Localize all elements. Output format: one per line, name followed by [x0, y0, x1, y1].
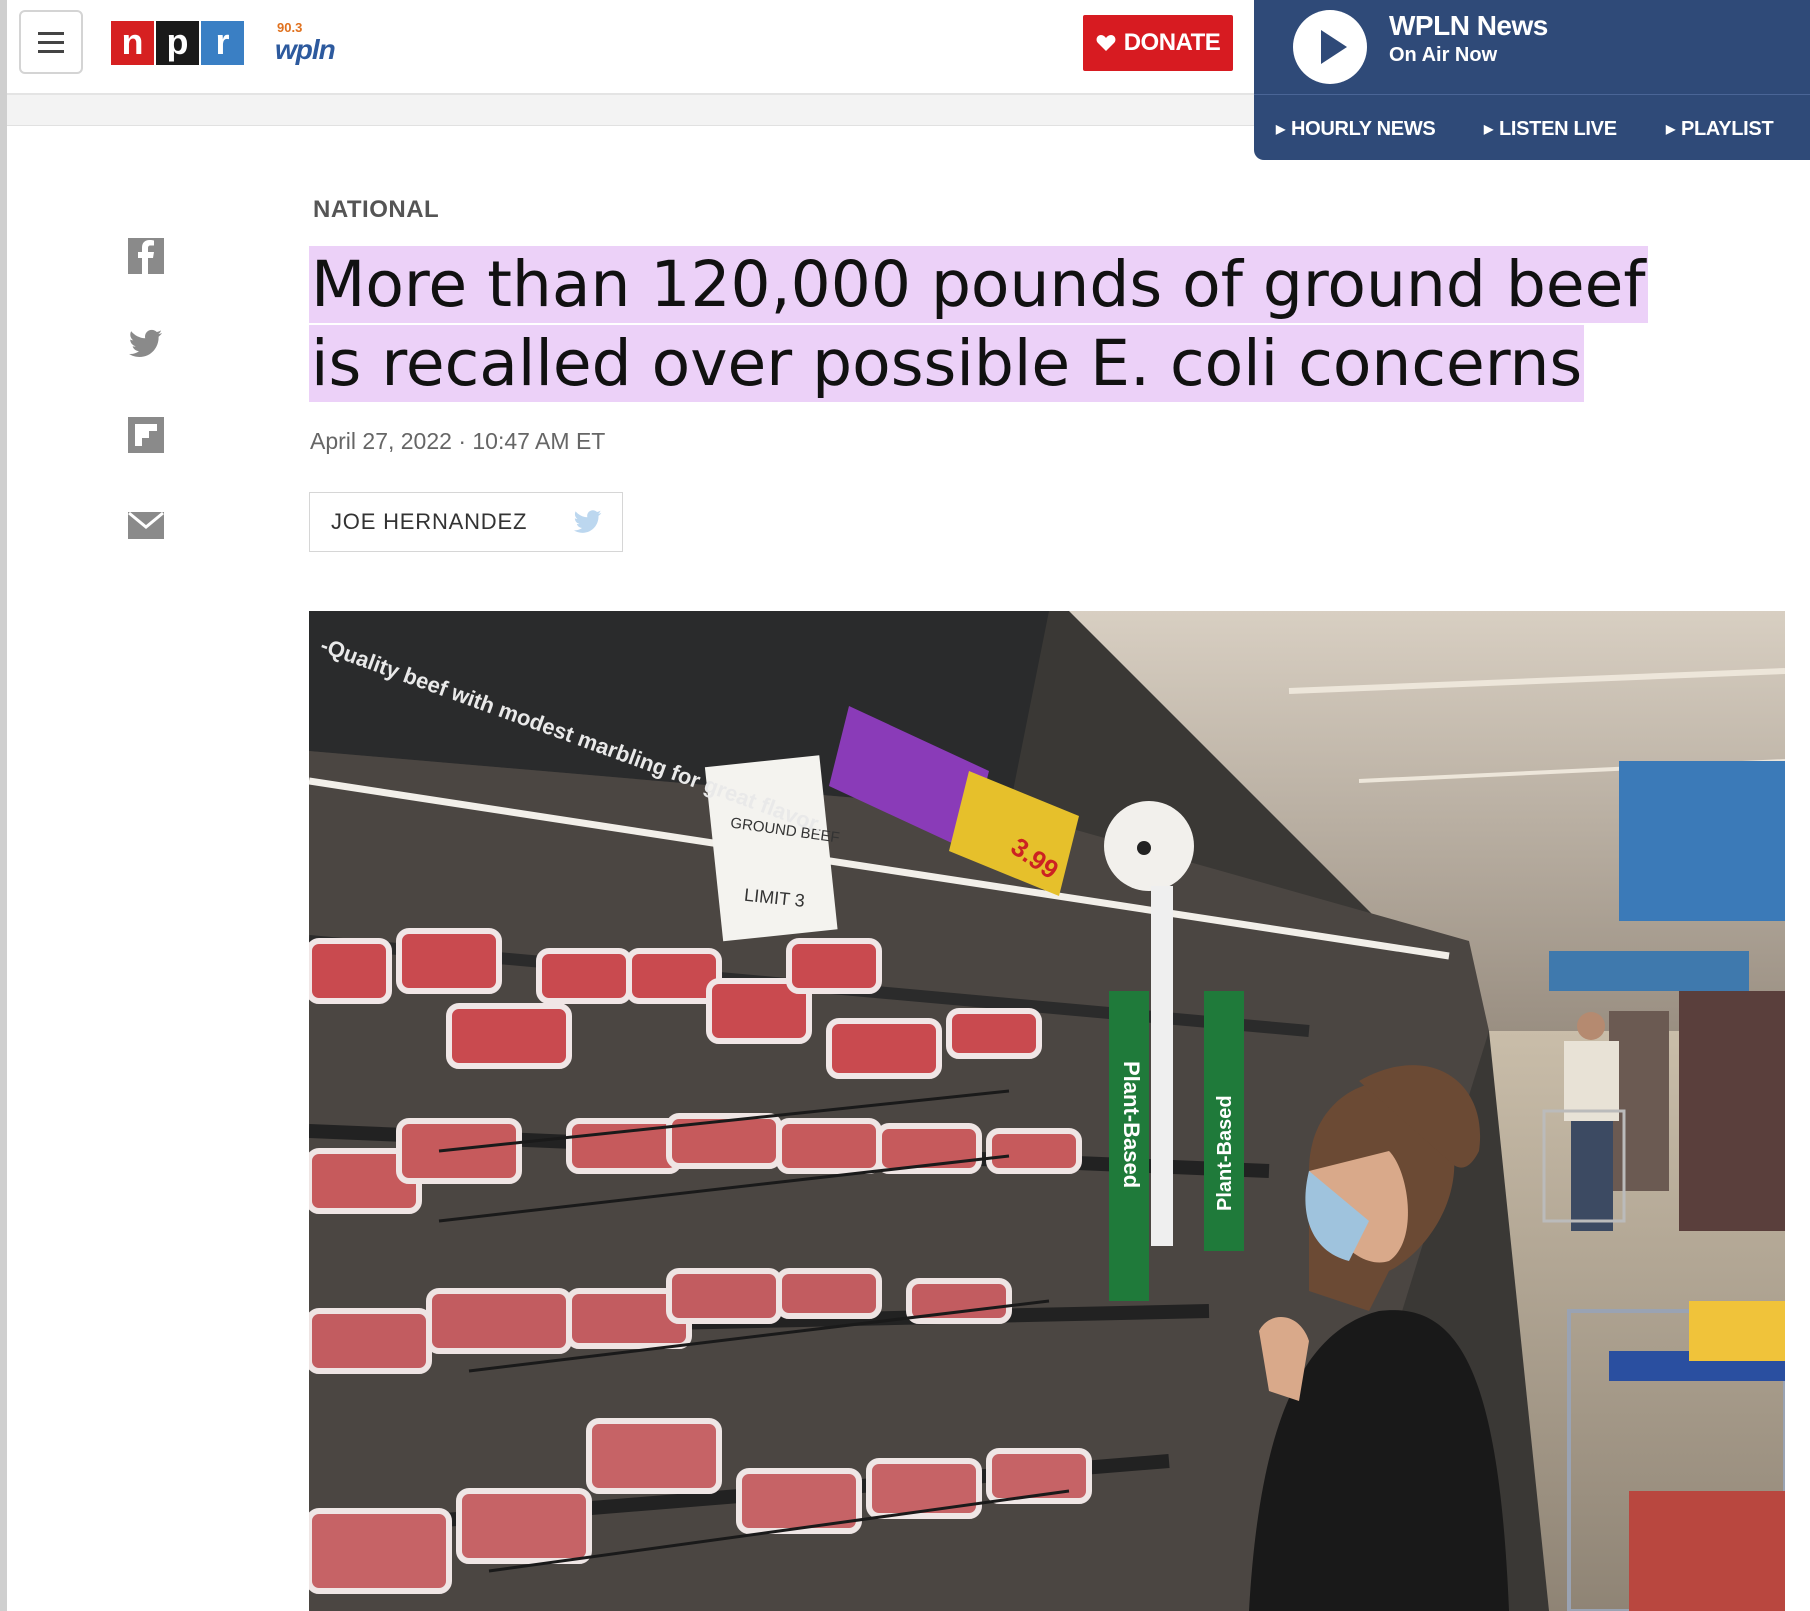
npr-logo-letter-r: r: [201, 21, 244, 65]
hamburger-icon-bar: [38, 40, 64, 44]
caret-right-icon: ▶: [1484, 122, 1493, 136]
wpln-station-logo[interactable]: 90.3 wpln: [275, 20, 355, 68]
playlist-label: PLAYLIST: [1680, 118, 1774, 140]
share-flipboard-button[interactable]: [128, 417, 164, 453]
article-dateline: April 27, 2022 · 10:47 AM ET: [310, 428, 606, 454]
hamburger-icon-bar: [38, 49, 64, 53]
share-twitter-button[interactable]: [128, 326, 164, 362]
listen-live-label: LISTEN LIVE: [1498, 118, 1617, 140]
npr-logo-letter-n: n: [111, 21, 154, 65]
heart-icon: [1096, 35, 1116, 51]
player-divider: [1254, 94, 1810, 95]
plant-based-tag-left: Plant-Based: [1119, 1061, 1144, 1188]
article-photo: GROUND BEEF LIMIT 3 -Quality beef with m…: [309, 611, 1785, 1611]
hourly-news-label: HOURLY NEWS: [1290, 118, 1436, 140]
hamburger-icon-bar: [38, 31, 64, 35]
section-label[interactable]: NATIONAL: [313, 196, 439, 224]
wpln-logo-name: wpln: [275, 34, 336, 65]
email-icon: [128, 511, 164, 539]
headline-line-2: is recalled over possible E. coli concer…: [309, 325, 1585, 402]
flipboard-icon: [128, 417, 164, 453]
article-headline: More than 120,000 pounds of ground beef i…: [309, 245, 1759, 403]
plant-based-tag-right: Plant-Based: [1214, 1095, 1236, 1211]
play-icon: [1321, 30, 1347, 64]
menu-button[interactable]: [19, 10, 83, 74]
live-radio-player: WPLN News On Air Now ▶ HOURLY NEWS ▶ LISTE…: [1254, 0, 1810, 160]
share-email-button[interactable]: [128, 507, 164, 543]
player-station-title[interactable]: WPLN News: [1389, 10, 1548, 42]
facebook-icon: [128, 238, 164, 274]
hourly-news-link[interactable]: ▶ HOURLY NEWS: [1276, 118, 1436, 141]
header-subbar: [7, 95, 1254, 126]
caret-right-icon: ▶: [1276, 122, 1285, 136]
play-button[interactable]: [1293, 10, 1367, 84]
author-byline[interactable]: JOE HERNANDEZ: [309, 492, 623, 552]
donate-button[interactable]: DONATE: [1083, 15, 1233, 71]
share-facebook-button[interactable]: [128, 238, 164, 274]
author-name[interactable]: JOE HERNANDEZ: [331, 509, 527, 535]
npr-logo-letter-p: p: [156, 21, 199, 65]
site-header: n p r 90.3 wpln DONATE: [7, 0, 1254, 95]
author-twitter-icon[interactable]: [572, 507, 604, 537]
caret-right-icon: ▶: [1666, 122, 1675, 136]
twitter-icon: [128, 329, 162, 357]
wpln-logo-frequency: 90.3: [277, 20, 303, 35]
npr-logo[interactable]: n p r: [111, 21, 246, 65]
window-left-edge: [0, 0, 7, 1611]
donate-label: DONATE: [1123, 29, 1221, 56]
playlist-link[interactable]: ▶ PLAYLIST: [1666, 118, 1774, 141]
headline-line-1: More than 120,000 pounds of ground beef: [309, 246, 1648, 323]
player-on-air-label: On Air Now: [1389, 44, 1498, 66]
grocery-meat-aisle-illustration: GROUND BEEF LIMIT 3 -Quality beef with m…: [309, 611, 1785, 1611]
listen-live-link[interactable]: ▶ LISTEN LIVE: [1484, 118, 1617, 141]
